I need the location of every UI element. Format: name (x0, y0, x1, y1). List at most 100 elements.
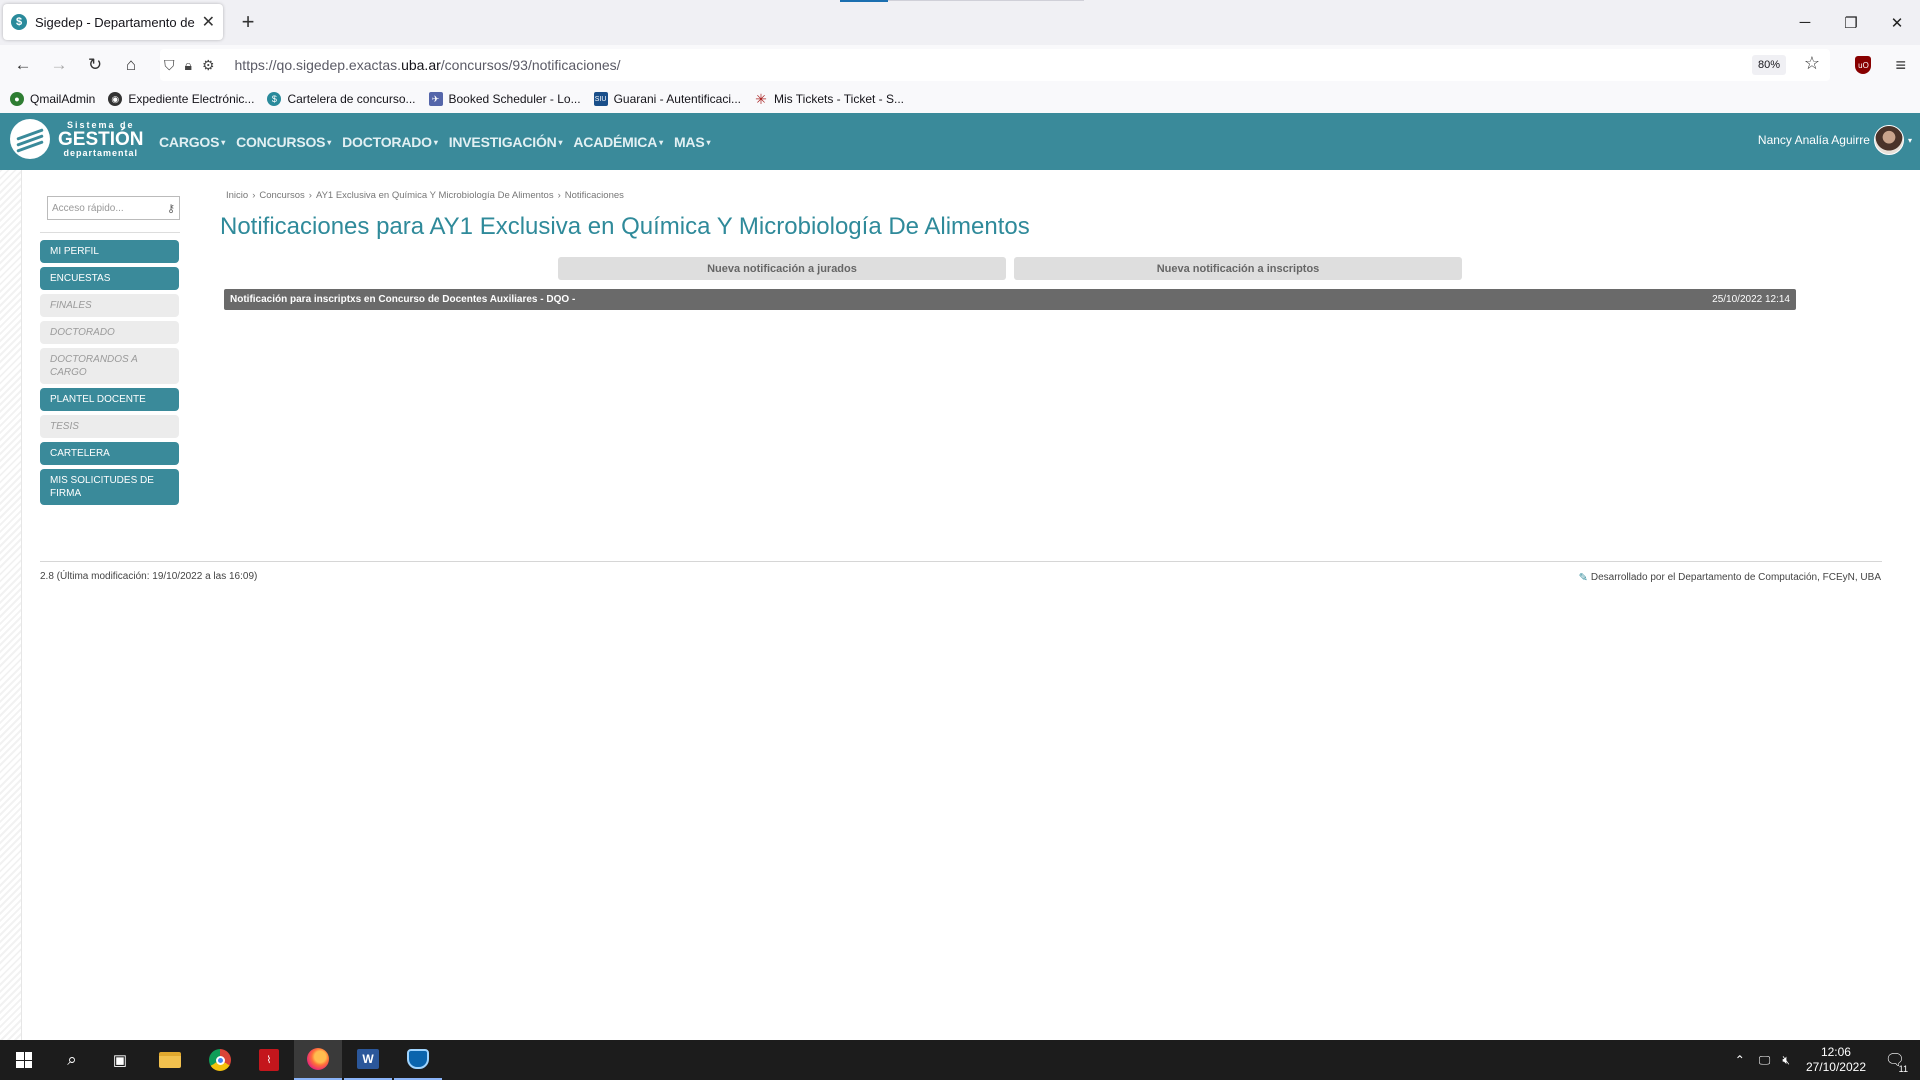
sidebar-item-cartelera[interactable]: CARTELERA (40, 442, 179, 465)
menu-investigacion[interactable]: INVESTIGACIÓN ▾ (449, 134, 563, 150)
notification-title: Notificación para inscriptxs en Concurso… (230, 294, 576, 305)
back-icon[interactable]: ← (5, 49, 41, 81)
menu-concursos[interactable]: CONCURSOS ▾ (236, 134, 331, 150)
bookmark-cartelera[interactable]: $ Cartelera de concurso... (267, 92, 416, 106)
new-jury-notification-button[interactable]: Nueva notificación a jurados (558, 257, 1006, 280)
sidebar-item-mis-solicitudes-de-firma[interactable]: MIS SOLICITUDES DE FIRMA (40, 469, 179, 505)
sidebar-item-doctorado: DOCTORADO (40, 321, 179, 344)
minimize-icon[interactable]: ─ (1782, 0, 1828, 45)
system-tray: ⌃ 🖵︎ 🔇︎ 12:06 27/10/2022 🗨︎ 11 (1727, 1040, 1920, 1080)
taskbar-clock[interactable]: 12:06 27/10/2022 (1806, 1045, 1866, 1075)
ublock-icon[interactable]: uO (1855, 56, 1872, 74)
user-name: Nancy Analía Aguirre (1757, 133, 1870, 147)
chevron-down-icon: ▾ (327, 138, 332, 148)
chevron-down-icon: ▾ (1907, 135, 1912, 145)
menu-cargos[interactable]: CARGOS ▾ (159, 134, 225, 150)
quick-access-input[interactable]: Acceso rápido... ⚷ (47, 196, 180, 220)
sidebar-item-finales: FINALES (40, 294, 179, 317)
booked-icon: ✈ (428, 92, 443, 106)
browser-tab[interactable]: $ Sigedep - Departamento de Quí ✕ (3, 4, 223, 40)
sidebar-item-encuestas[interactable]: ENCUESTAS (40, 267, 179, 290)
volume-muted-icon[interactable]: 🔇︎ (1782, 1053, 1790, 1068)
firefox-icon[interactable] (294, 1040, 342, 1080)
bookmark-guarani[interactable]: SIU Guarani - Autentificaci... (593, 92, 741, 106)
footer-version: 2.8 (Última modificación: 19/10/2022 a l… (40, 571, 258, 582)
breadcrumb-notificaciones: Notificaciones (564, 190, 624, 201)
bookmark-qmailadmin[interactable]: ● QmailAdmin (10, 92, 95, 106)
file-explorer-icon[interactable] (146, 1040, 194, 1080)
task-view-icon[interactable]: ▣ (96, 1040, 144, 1080)
outlook-icon[interactable] (394, 1040, 442, 1080)
menu-mas[interactable]: MAS ▾ (674, 134, 711, 150)
browser-tabbar: $ Sigedep - Departamento de Quí ✕ + ─ ❐ … (0, 0, 1920, 45)
window-close-icon[interactable]: ✕ (1874, 0, 1920, 45)
tab-divider (888, 0, 1084, 1)
home-icon[interactable]: ⌂ (113, 49, 149, 81)
url-text[interactable]: https://qo.sigedep.exactas.uba.ar/concur… (235, 57, 621, 73)
chevron-down-icon: ▾ (558, 138, 563, 148)
show-hidden-icons-icon[interactable]: ⌃ (1735, 1053, 1745, 1067)
sidebar-item-tesis: TESIS (40, 415, 179, 438)
logo-emblem-icon (10, 119, 50, 159)
sidebar-divider (40, 232, 180, 233)
windows-taskbar: ⌕ ▣ ⌇ W ⌃ 🖵︎ 🔇︎ 12:06 27/10/2022 🗨︎ 11 (0, 1040, 1920, 1080)
key-icon: ⚷ (166, 202, 175, 215)
new-tab-icon[interactable]: + (234, 8, 262, 36)
left-decorative-stripes (0, 170, 22, 1040)
new-applicant-notification-button[interactable]: Nueva notificación a inscriptos (1014, 257, 1462, 280)
sigedep-favicon-icon: $ (11, 14, 27, 30)
qmail-icon: ● (10, 92, 24, 106)
address-bar[interactable]: ⛉ 🔒︎ ⚙ https://qo.sigedep.exactas.uba.ar… (160, 49, 1830, 81)
reload-icon[interactable]: ↻ (77, 49, 113, 81)
breadcrumb-concurso[interactable]: AY1 Exclusiva en Química Y Microbiología… (316, 190, 554, 201)
sidebar-item-plantel-docente[interactable]: PLANTEL DOCENTE (40, 388, 179, 411)
user-menu[interactable]: Nancy Analía Aguirre ▾ (1758, 125, 1912, 155)
chevron-down-icon: ▾ (433, 138, 438, 148)
expediente-icon: ◉ (108, 92, 123, 106)
zoom-indicator[interactable]: 80% (1751, 55, 1786, 75)
tickets-icon: ✳ (755, 90, 767, 107)
bookmark-tickets[interactable]: ✳ Mis Tickets - Ticket - S... (754, 90, 904, 107)
forward-icon[interactable]: → (41, 49, 77, 81)
chevron-down-icon: ▾ (221, 138, 226, 148)
browser-navbar: ← → ↻ ⌂ ⛉ 🔒︎ ⚙ https://qo.sigedep.exacta… (0, 45, 1920, 85)
sigedep-icon: $ (267, 92, 282, 106)
hamburger-menu-icon[interactable]: ≡ (1895, 55, 1906, 76)
chevron-down-icon: ▾ (659, 138, 663, 148)
bookmark-booked[interactable]: ✈ Booked Scheduler - Lo... (428, 92, 581, 106)
menu-academica[interactable]: ACADÉMICA ▾ (573, 134, 663, 150)
footer-credit[interactable]: ✎ Desarrollado por el Departamento de Co… (1579, 571, 1881, 584)
permissions-icon[interactable]: ⚙ (202, 57, 215, 74)
chrome-icon[interactable] (196, 1040, 244, 1080)
sidebar-item-mi-perfil[interactable]: MI PERFIL (40, 240, 179, 263)
pen-icon: ✎ (1578, 572, 1588, 584)
siu-icon: SIU (593, 92, 608, 106)
lock-icon[interactable]: 🔒︎ (185, 57, 192, 74)
sidebar: Acceso rápido... ⚷ MI PERFIL ENCUESTAS F… (40, 196, 180, 509)
tab-loading-indicator (840, 0, 888, 2)
breadcrumb-inicio[interactable]: Inicio (226, 190, 248, 201)
tab-close-icon[interactable]: ✕ (202, 12, 215, 32)
site-header: Sistema de GESTIÓN departamental CARGOS ▾… (0, 113, 1920, 170)
tab-title: Sigedep - Departamento de Quí (35, 14, 196, 30)
windows-start-icon[interactable] (0, 1040, 48, 1080)
word-icon[interactable]: W (344, 1040, 392, 1080)
search-icon[interactable]: ⌕ (48, 1040, 96, 1080)
menu-doctorado[interactable]: DOCTORADO ▾ (342, 134, 438, 150)
bookmark-star-icon[interactable]: ☆ (1804, 53, 1820, 74)
footer-divider (40, 561, 1882, 562)
main-menu: CARGOS ▾ CONCURSOS ▾ DOCTORADO ▾ INVESTIGAC… (159, 113, 721, 170)
breadcrumb-concursos[interactable]: Concursos (259, 190, 304, 201)
network-icon[interactable]: 🖵︎ (1759, 1053, 1771, 1068)
bookmark-expediente[interactable]: ◉ Expediente Electrónic... (108, 92, 254, 106)
notification-row[interactable]: Notificación para inscriptxs en Concurso… (224, 289, 1796, 310)
sigedep-logo[interactable]: Sistema de GESTIÓN departamental (10, 119, 144, 159)
acrobat-icon[interactable]: ⌇ (245, 1040, 293, 1080)
chevron-down-icon: ▾ (706, 138, 711, 148)
bookmarks-bar: ● QmailAdmin ◉ Expediente Electrónic... $ C… (0, 85, 1920, 113)
sidebar-item-doctorandos-a-cargo: DOCTORANDOS A CARGO (40, 348, 179, 384)
restore-icon[interactable]: ❐ (1828, 0, 1874, 45)
notification-center-icon[interactable]: 🗨︎ 11 (1880, 1040, 1910, 1080)
breadcrumb: Inicio › Concursos › AY1 Exclusiva en Químic… (226, 190, 624, 201)
tracking-shield-icon[interactable]: ⛉ (164, 57, 175, 74)
